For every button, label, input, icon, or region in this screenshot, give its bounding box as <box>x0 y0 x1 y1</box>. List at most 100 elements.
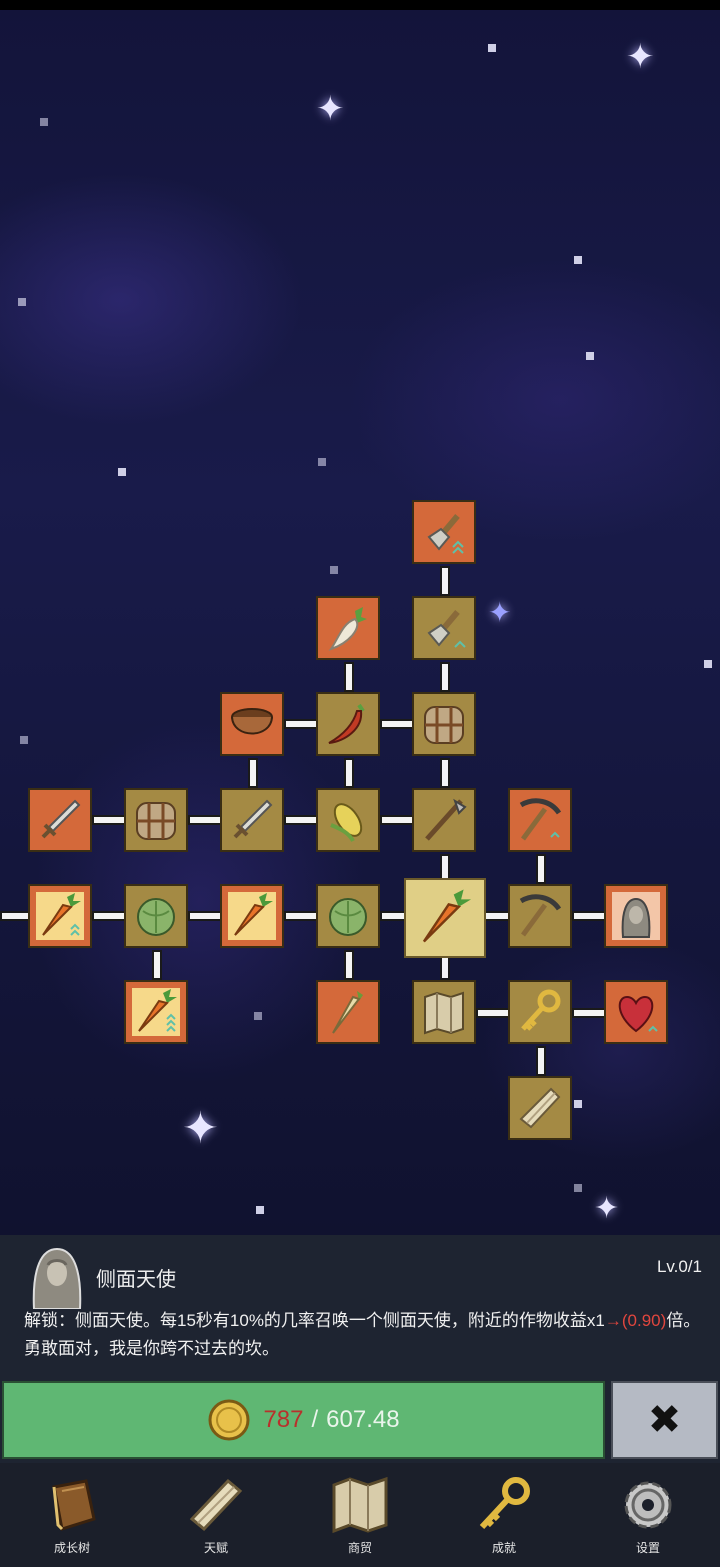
skill-node-carrot-selected[interactable] <box>404 878 486 958</box>
tree-connector <box>440 758 450 788</box>
skill-node-key[interactable] <box>508 980 572 1044</box>
scroll-icon <box>519 1087 561 1129</box>
bowl-icon <box>231 708 273 735</box>
coin-icon <box>208 1399 250 1441</box>
skill-node-shovel[interactable] <box>412 500 476 564</box>
skill-node-pickaxe[interactable] <box>508 884 572 948</box>
key-icon <box>521 989 561 1031</box>
skill-title: 侧面天使 <box>96 1269 176 1291</box>
skill-node-cabbage[interactable] <box>124 884 188 948</box>
shovel-icon <box>427 513 464 554</box>
star <box>20 736 28 744</box>
sparkle-star: ✦ <box>626 38 655 76</box>
sparkle-star: ✦ <box>316 90 345 128</box>
tree-connector <box>188 911 222 921</box>
skill-node-bowl[interactable] <box>220 692 284 756</box>
parsnip-icon <box>332 991 363 1034</box>
nav-label: 天赋 <box>203 1541 228 1555</box>
desc-main: 解锁：侧面天使。每15秒有10%的几率召唤一个侧面天使，附近的作物收益x1 <box>24 1311 605 1330</box>
skill-node-shovel[interactable] <box>412 596 476 660</box>
skill-node-scroll[interactable] <box>508 1076 572 1140</box>
skill-node-hoe[interactable] <box>412 788 476 852</box>
tree-connector <box>344 950 354 980</box>
cabbage-icon <box>137 898 175 936</box>
nav-label: 设置 <box>635 1541 660 1555</box>
cost-separator: / <box>311 1406 319 1433</box>
starfield-background: ✦ ✦ ✦ ✦ ✦ <box>0 0 720 1235</box>
tree-connector <box>284 719 318 729</box>
tree-connector <box>484 911 510 921</box>
desc-multiplier: →(0.90) <box>604 1311 667 1330</box>
tree-connector <box>152 950 162 980</box>
sparkle-star: ✦ <box>594 1192 620 1225</box>
tree-connector <box>248 758 258 788</box>
angel-icon <box>612 892 660 940</box>
status-bar <box>0 0 720 10</box>
star <box>488 44 496 52</box>
star <box>704 660 712 668</box>
skill-node-angel[interactable] <box>604 884 668 948</box>
upgrade-cost: 607.48 <box>326 1406 400 1433</box>
star <box>574 256 582 264</box>
nav-achievement[interactable]: 成就 <box>454 1473 554 1563</box>
tree-connector <box>476 1008 510 1018</box>
nav-label: 商贸 <box>347 1541 372 1555</box>
star <box>118 468 126 476</box>
sparkle-star: ✦ <box>488 597 512 628</box>
nav-settings[interactable]: 设置 <box>598 1473 698 1563</box>
star <box>40 118 48 126</box>
angel-icon <box>32 1247 82 1309</box>
map-icon <box>332 1476 388 1534</box>
tree-connector <box>92 911 126 921</box>
skill-node-cabbage[interactable] <box>316 884 380 948</box>
pickaxe-icon <box>519 798 562 841</box>
skill-node-radish[interactable] <box>316 596 380 660</box>
tree-connector <box>284 815 318 825</box>
close-x-icon: ✖ <box>647 1398 682 1442</box>
skill-node-carrot[interactable] <box>28 884 92 948</box>
nav-label: 成就 <box>491 1541 516 1555</box>
nav-trade[interactable]: 商贸 <box>310 1473 410 1563</box>
carrot-icon <box>36 892 84 940</box>
cabbage-icon <box>329 898 367 936</box>
tree-connector <box>380 719 414 729</box>
carrot-icon <box>228 892 276 940</box>
tree-connector <box>344 758 354 788</box>
carrot-icon <box>422 889 472 943</box>
skill-node-corn[interactable] <box>316 788 380 852</box>
backpack-icon <box>136 802 176 840</box>
bottom-navigation: 成长树 天赋 商贸 成就 设置 <box>0 1463 720 1567</box>
skill-node-carrot[interactable] <box>124 980 188 1044</box>
tree-connector <box>188 815 222 825</box>
skill-node-map[interactable] <box>412 980 476 1044</box>
skill-node-backpack[interactable] <box>412 692 476 756</box>
nav-growth-tree[interactable]: 成长树 <box>22 1473 122 1563</box>
gear-icon <box>624 1481 672 1529</box>
skill-node-backpack[interactable] <box>124 788 188 852</box>
heart-icon <box>618 995 658 1033</box>
star <box>318 458 326 466</box>
skill-node-sword[interactable] <box>220 788 284 852</box>
book-icon <box>52 1479 96 1531</box>
skill-node-chili[interactable] <box>316 692 380 756</box>
nav-talent[interactable]: 天赋 <box>166 1473 266 1563</box>
star <box>574 1184 582 1192</box>
tree-connector <box>92 815 126 825</box>
close-button[interactable]: ✖ <box>611 1381 718 1459</box>
tree-connector <box>284 911 318 921</box>
sword-icon <box>41 799 81 839</box>
star <box>18 298 26 306</box>
backpack-icon <box>424 706 464 744</box>
skill-description: 解锁：侧面天使。每15秒有10%的几率召唤一个侧面天使，附近的作物收益x1→(0… <box>24 1307 704 1363</box>
star <box>254 1012 262 1020</box>
radish-icon <box>328 607 367 651</box>
skill-node-heart[interactable] <box>604 980 668 1044</box>
skill-node-sword[interactable] <box>28 788 92 852</box>
skill-node-carrot[interactable] <box>220 884 284 948</box>
skill-node-parsnip[interactable] <box>316 980 380 1044</box>
skill-node-pickaxe[interactable] <box>508 788 572 852</box>
sparkle-star: ✦ <box>182 1104 219 1153</box>
upgrade-button[interactable]: 787 / 607.48 <box>2 1381 605 1459</box>
coins-owned: 787 <box>263 1406 304 1433</box>
scroll-icon <box>189 1478 243 1532</box>
